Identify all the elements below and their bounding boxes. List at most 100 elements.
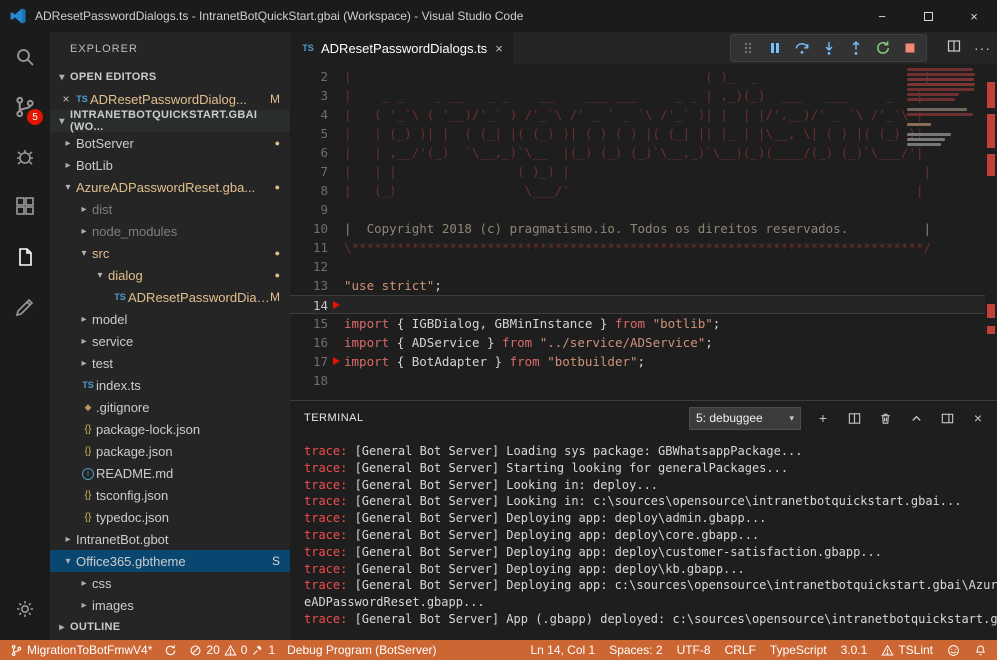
line-number[interactable]: 7: [290, 162, 328, 181]
debug-target-item[interactable]: Debug Program (BotServer): [287, 643, 436, 657]
line-number[interactable]: 16: [290, 333, 328, 352]
maximize-panel-chevron-icon[interactable]: [907, 409, 925, 427]
open-editor-item[interactable]: × TS ADResetPasswordDialog... M: [50, 88, 290, 110]
line-number[interactable]: 12: [290, 257, 328, 276]
workspace-folder-header[interactable]: ▾ INTRANETBOTQUICKSTART.GBAI (WO...: [50, 110, 290, 132]
drag-grip-icon[interactable]: [734, 35, 761, 61]
tree-item-file[interactable]: {} tsconfig.json: [50, 484, 290, 506]
line-number[interactable]: 17: [290, 352, 328, 371]
close-tab-icon[interactable]: ×: [495, 41, 503, 56]
edit-pencil-icon[interactable]: [0, 282, 50, 332]
typescript-version-item[interactable]: 3.0.1: [841, 643, 868, 657]
debug-icon[interactable]: [0, 132, 50, 182]
more-actions-icon[interactable]: ···: [974, 40, 991, 56]
step-into-button[interactable]: [815, 35, 842, 61]
terminal-line: eADPasswordReset.gbapp...: [304, 594, 997, 611]
chevron-down-icon: ▾: [54, 72, 70, 83]
tree-item-file[interactable]: {} package-lock.json: [50, 418, 290, 440]
panel-layout-icon[interactable]: [938, 409, 956, 427]
terminal-output[interactable]: trace: [General Bot Server] Loading sys …: [290, 435, 997, 628]
workspace-label: INTRANETBOTQUICKSTART.GBAI (WO...: [70, 109, 290, 133]
split-editor-icon[interactable]: [946, 38, 962, 59]
line-number[interactable]: 2: [290, 67, 328, 86]
source-control-icon[interactable]: 5: [0, 82, 50, 132]
line-number[interactable]: 5: [290, 124, 328, 143]
tree-item-file[interactable]: TS index.ts: [50, 374, 290, 396]
breakpoint-marker[interactable]: [333, 357, 340, 365]
minimize-button[interactable]: −: [859, 0, 905, 32]
indentation-item[interactable]: Spaces: 2: [609, 643, 662, 657]
minimap[interactable]: [907, 68, 981, 278]
line-number[interactable]: 6: [290, 143, 328, 162]
tree-item-folder[interactable]: ▸ service: [50, 330, 290, 352]
line-number[interactable]: 11: [290, 238, 328, 257]
notifications-bell-item[interactable]: [974, 644, 987, 657]
tree-item-folder[interactable]: ▸ dist: [50, 198, 290, 220]
line-number[interactable]: 9: [290, 200, 328, 219]
typescript-file-icon: TS: [80, 380, 96, 390]
tree-item-label: README.md: [96, 466, 173, 481]
tab-adresetpassworddialogs[interactable]: TS ADResetPasswordDialogs.ts ×: [290, 32, 513, 64]
tree-item-file[interactable]: TS ADResetPasswordDial... M: [50, 286, 290, 308]
terminal-selector[interactable]: 5: debuggee ▾: [689, 407, 801, 430]
tree-item-folder[interactable]: ▾ src ●: [50, 242, 290, 264]
problems-item[interactable]: 20 0 1: [189, 643, 275, 657]
tree-item-folder-selected[interactable]: ▾ Office365.gbtheme S: [50, 550, 290, 572]
warning-icon: [224, 644, 237, 657]
cursor-position-item[interactable]: Ln 14, Col 1: [530, 643, 595, 657]
breakpoint-marker[interactable]: [333, 301, 340, 309]
tree-item-file[interactable]: i README.md: [50, 462, 290, 484]
settings-gear-icon[interactable]: [0, 584, 50, 634]
step-over-button[interactable]: [788, 35, 815, 61]
terminal-line: trace: [General Bot Server] Deploying ap…: [304, 561, 997, 578]
maximize-button[interactable]: [905, 0, 951, 32]
eol-item[interactable]: CRLF: [725, 643, 756, 657]
line-number[interactable]: 13: [290, 276, 328, 295]
line-number[interactable]: 10: [290, 219, 328, 238]
extensions-icon[interactable]: [0, 182, 50, 232]
line-number[interactable]: 3: [290, 86, 328, 105]
tree-item-folder[interactable]: ▸ BotLib: [50, 154, 290, 176]
line-number[interactable]: 15: [290, 314, 328, 333]
tree-item-file[interactable]: {} typedoc.json: [50, 506, 290, 528]
tab-terminal[interactable]: TERMINAL: [304, 412, 364, 424]
line-number[interactable]: 8: [290, 181, 328, 200]
split-terminal-icon[interactable]: [845, 409, 863, 427]
tree-item-folder[interactable]: ▸ images: [50, 594, 290, 616]
pause-button[interactable]: [761, 35, 788, 61]
tree-item-file[interactable]: ◆ .gitignore: [50, 396, 290, 418]
tree-item-folder[interactable]: ▾ dialog ●: [50, 264, 290, 286]
search-icon[interactable]: [0, 32, 50, 82]
tree-item-folder[interactable]: ▸ css: [50, 572, 290, 594]
tree-item-folder[interactable]: ▸ test: [50, 352, 290, 374]
explorer-files-icon[interactable]: [0, 232, 50, 282]
code-editor[interactable]: 2| ( )_ _ | 3| _ _ _ __ _ _ __ ___ ___ _…: [290, 64, 997, 400]
tslint-item[interactable]: TSLint: [881, 643, 933, 657]
outline-header[interactable]: ▸ OUTLINE: [50, 616, 290, 638]
tree-item-folder[interactable]: ▸ node_modules: [50, 220, 290, 242]
tree-item-folder[interactable]: ▸ model: [50, 308, 290, 330]
close-button[interactable]: ×: [951, 0, 997, 32]
tree-item-folder[interactable]: ▾ AzureADPasswordReset.gba... ●: [50, 176, 290, 198]
tree-item-file[interactable]: {} package.json: [50, 440, 290, 462]
sync-item[interactable]: [164, 644, 177, 657]
tree-item-folder[interactable]: ▸ BotServer ●: [50, 132, 290, 154]
git-branch-item[interactable]: MigrationToBotFmwV4*: [10, 643, 152, 657]
kill-terminal-trash-icon[interactable]: [876, 409, 894, 427]
line-number[interactable]: 14: [290, 296, 328, 313]
encoding-item[interactable]: UTF-8: [677, 643, 711, 657]
close-panel-icon[interactable]: ×: [969, 409, 987, 427]
overview-ruler: [985, 64, 997, 400]
restart-button[interactable]: [869, 35, 896, 61]
error-icon: [189, 644, 202, 657]
close-editor-icon[interactable]: ×: [58, 92, 74, 106]
line-number[interactable]: 18: [290, 371, 328, 390]
stop-button[interactable]: [896, 35, 923, 61]
step-out-button[interactable]: [842, 35, 869, 61]
line-number[interactable]: 4: [290, 105, 328, 124]
feedback-smiley-item[interactable]: [947, 644, 960, 657]
open-editors-header[interactable]: ▾ OPEN EDITORS: [50, 66, 290, 88]
new-terminal-icon[interactable]: +: [814, 409, 832, 427]
language-mode-item[interactable]: TypeScript: [770, 643, 827, 657]
tree-item-folder[interactable]: ▸ IntranetBot.gbot: [50, 528, 290, 550]
